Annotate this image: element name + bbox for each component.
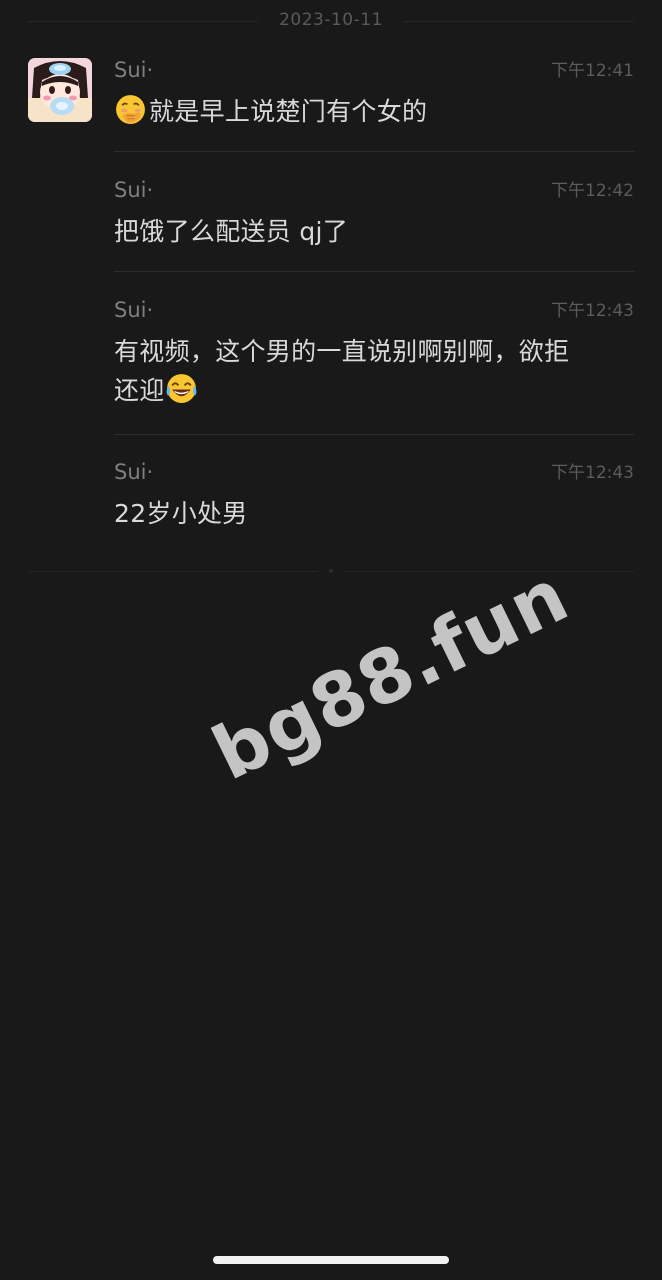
message-item[interactable]: Sui· 下午12:41 就是早上说楚门有个女的 <box>114 58 634 148</box>
message-divider <box>114 434 634 435</box>
tears-of-joy-emoji-icon <box>166 374 197 403</box>
home-indicator[interactable] <box>213 1256 449 1264</box>
message-time: 下午12:43 <box>551 301 634 321</box>
date-separator: 2023-10-11 <box>28 0 634 42</box>
message-text-line: 还迎 <box>114 376 165 405</box>
sender-avatar[interactable] <box>28 58 92 122</box>
message-sender: Sui· <box>114 178 154 202</box>
end-separator-dot <box>329 569 333 573</box>
face-with-hand-over-mouth-emoji-icon <box>116 95 145 124</box>
message-text-line: 有视频，这个男的一直说别啊别啊，欲拒 <box>114 337 570 366</box>
message-text: 把饿了么配送员 qj了 <box>114 217 349 246</box>
message-time: 下午12:42 <box>551 181 634 201</box>
message-time: 下午12:43 <box>551 463 634 483</box>
date-separator-label: 2023-10-11 <box>279 10 383 30</box>
message-item[interactable]: Sui· 下午12:43 22岁小处男 <box>114 460 634 550</box>
message-text: 就是早上说楚门有个女的 <box>114 92 634 131</box>
message-sender: Sui· <box>114 58 154 82</box>
message-divider <box>114 151 634 152</box>
avatar-cartoon-girl-icon <box>28 58 92 122</box>
end-separator-line-right <box>344 571 634 572</box>
message-text-content: 就是早上说楚门有个女的 <box>149 97 428 126</box>
message-text: 有视频，这个男的一直说别啊别啊，欲拒 还迎 <box>114 332 634 410</box>
message-text: 22岁小处男 <box>114 499 248 528</box>
date-separator-line-right <box>404 21 634 22</box>
message-sender: Sui· <box>114 298 154 322</box>
end-separator-line-left <box>28 571 318 572</box>
message-item[interactable]: Sui· 下午12:42 把饿了么配送员 qj了 <box>114 178 634 268</box>
message-time: 下午12:41 <box>551 61 634 81</box>
message-sender: Sui· <box>114 460 154 484</box>
watermark-text: bg88.fun <box>200 552 582 798</box>
message-item[interactable]: Sui· 下午12:43 有视频，这个男的一直说别啊别啊，欲拒 还迎 <box>114 298 634 428</box>
message-divider <box>114 271 634 272</box>
message-text-line-2: 还迎 <box>114 371 634 410</box>
